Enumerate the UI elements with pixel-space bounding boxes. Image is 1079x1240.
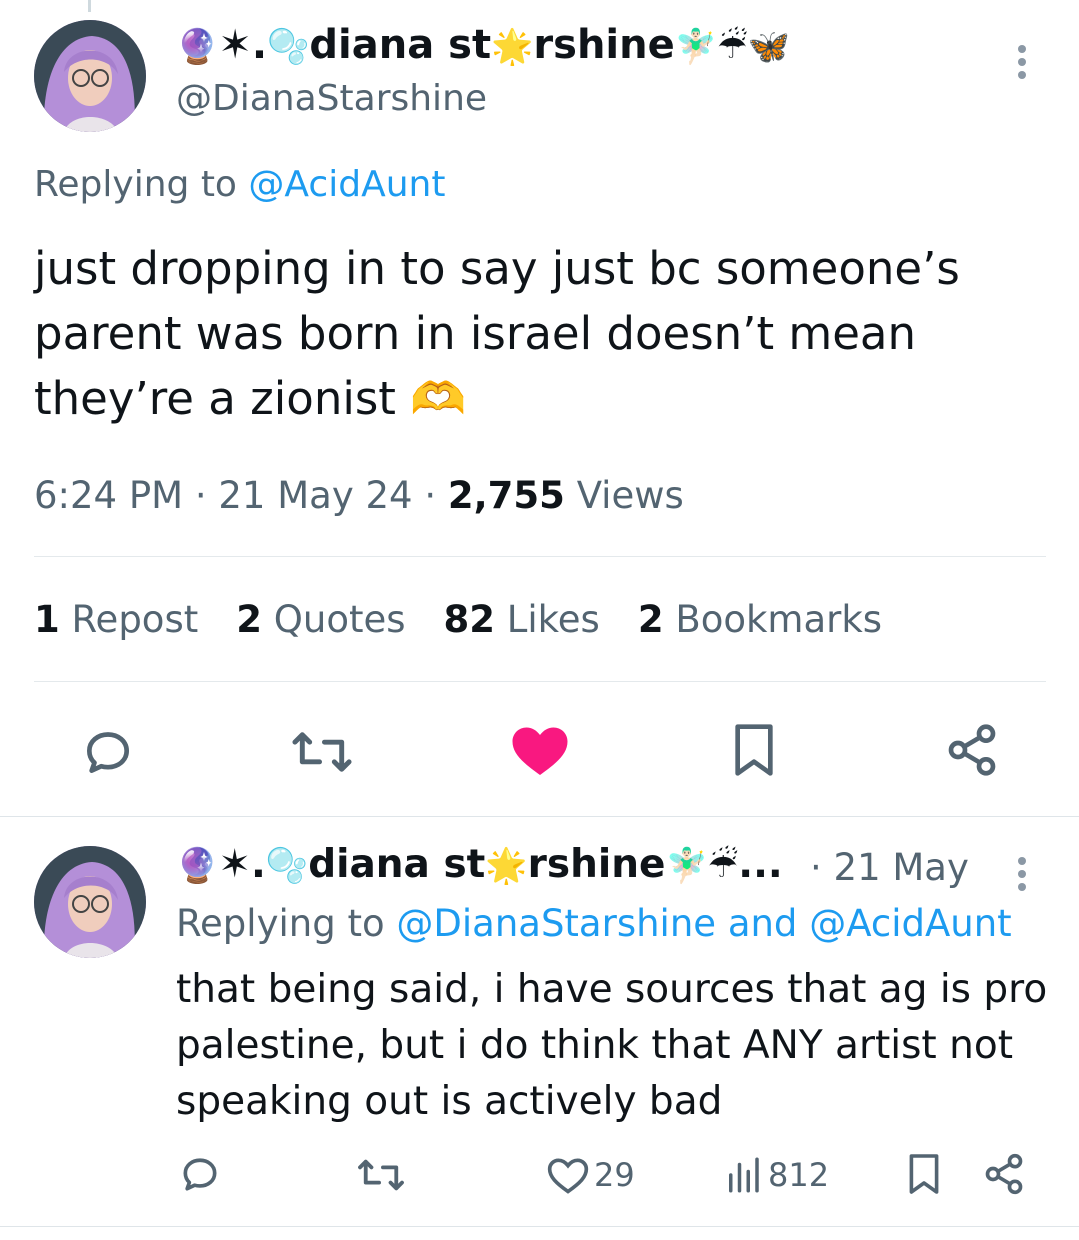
reply-display-name[interactable]: 🔮✶.🫧diana st🌟rshine🧚🏻‍♂️☔... <box>176 842 783 887</box>
reply-date[interactable]: · 21 May <box>810 846 969 889</box>
avatar[interactable] <box>34 20 146 132</box>
tweet-meta: 6:24 PM · 21 May 24 · 2,755 Views <box>34 474 684 517</box>
share-icon[interactable] <box>944 722 1000 778</box>
tweet-text: just dropping in to say just bc someone’… <box>34 242 960 425</box>
star-emoji: 🌟 <box>485 846 528 886</box>
replying-to: Replying to @AcidAunt <box>34 164 446 205</box>
reply-like-icon[interactable] <box>546 1154 590 1196</box>
reply-icon[interactable] <box>80 724 136 780</box>
name-suffix-emojis: 🧚🏻‍♂️☔ <box>665 846 739 886</box>
tweet-date[interactable]: 21 May 24 <box>218 474 412 517</box>
reply-bookmark-icon[interactable] <box>906 1152 942 1198</box>
bubble-emoji: 🫧 <box>265 846 309 886</box>
bubble-emoji: 🫧 <box>267 27 310 67</box>
views-icon <box>729 1157 759 1193</box>
bookmarks-stat[interactable]: 2 Bookmarks <box>638 598 882 641</box>
bottom-separator <box>0 1226 1079 1227</box>
divider <box>34 681 1046 682</box>
crystal-ball-emoji: 🔮 <box>176 27 219 67</box>
star-emoji: 🌟 <box>491 27 534 67</box>
views-count: 2,755 <box>447 474 565 517</box>
more-icon[interactable] <box>1018 40 1026 84</box>
divider <box>34 556 1046 557</box>
replying-to-link-diana[interactable]: @DianaStarshine <box>396 902 716 945</box>
reply-text: that being said, i have sources that ag … <box>176 967 1048 1124</box>
bookmark-icon[interactable] <box>730 722 778 778</box>
replying-to-link-acidaunt[interactable]: @AcidAunt <box>809 902 1012 945</box>
engagement-stats: 1 Repost 2 Quotes 82 Likes 2 Bookmarks <box>34 598 882 641</box>
reply-views[interactable]: 812 <box>722 1152 829 1198</box>
views-label: Views <box>576 474 684 517</box>
name-suffix-emojis: 🧚🏻‍♂️☔🦋 <box>674 27 790 67</box>
tweet-separator <box>0 816 1079 817</box>
reply-replying-to: Replying to @DianaStarshine and @AcidAun… <box>176 902 1012 945</box>
crystal-ball-emoji: 🔮 <box>176 846 219 886</box>
tweet-time[interactable]: 6:24 PM <box>34 474 183 517</box>
replying-to-link[interactable]: @AcidAunt <box>248 164 445 205</box>
quotes-stat[interactable]: 2 Quotes <box>236 598 405 641</box>
reply-reply-icon[interactable] <box>178 1152 222 1196</box>
avatar-image <box>34 20 146 132</box>
reply-avatar[interactable] <box>34 846 146 958</box>
reply-repost-icon[interactable] <box>356 1154 406 1196</box>
reply-more-icon[interactable] <box>1018 852 1026 896</box>
reply-like-count: 29 <box>594 1156 635 1194</box>
likes-stat[interactable]: 82 Likes <box>444 598 600 641</box>
reposts-stat[interactable]: 1 Repost <box>34 598 198 641</box>
reply-avatar-image <box>34 846 146 958</box>
handle[interactable]: @DianaStarshine <box>176 78 487 119</box>
reply-like[interactable]: 29 <box>546 1152 635 1198</box>
thread-connector <box>88 0 91 12</box>
reply-views-count: 812 <box>768 1156 830 1194</box>
heart-hands-emoji: 🫶 <box>410 372 467 425</box>
repost-icon[interactable] <box>290 724 354 780</box>
display-name[interactable]: 🔮✶.🫧diana st🌟rshine🧚🏻‍♂️☔🦋 <box>176 22 790 68</box>
reply-share-icon[interactable] <box>982 1152 1026 1196</box>
like-icon[interactable] <box>510 722 570 778</box>
